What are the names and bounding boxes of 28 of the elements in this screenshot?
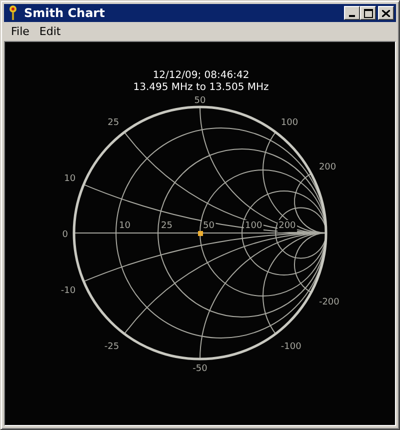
- close-button[interactable]: [378, 6, 394, 20]
- timestamp-text: 12/12/09; 08:46:42: [152, 70, 250, 81]
- resistance-label: 200: [278, 221, 296, 231]
- minimize-button[interactable]: [344, 6, 360, 20]
- reactance-label: -100: [280, 342, 302, 352]
- reactance-label: 200: [318, 162, 336, 173]
- torch-icon: [8, 5, 18, 21]
- reactance-label: -50: [192, 364, 208, 374]
- reactance-label: 25: [108, 118, 120, 128]
- menu-item[interactable]: Edit: [34, 25, 66, 38]
- close-icon: [382, 10, 390, 16]
- resistance-label: 25: [161, 221, 172, 231]
- resistance-label: 50: [203, 221, 214, 231]
- reactance-label: 10: [64, 174, 76, 184]
- reactance-label: -10: [60, 286, 76, 296]
- menu-item[interactable]: File: [6, 25, 34, 38]
- maximize-icon: [364, 8, 372, 18]
- reactance-label: -200: [318, 297, 340, 308]
- reactance-label: 100: [280, 118, 298, 128]
- maximize-button[interactable]: [360, 6, 376, 20]
- reactance-label: 50: [194, 96, 206, 106]
- reactance-label: 0: [62, 230, 68, 240]
- frequency-range-text: 13.495 MHz to 13.505 MHz: [133, 82, 269, 93]
- resistance-label: 10: [119, 221, 130, 231]
- window-title: Smith Chart: [24, 6, 106, 20]
- data-point-marker: [198, 231, 203, 236]
- reactance-label: -25: [104, 342, 120, 352]
- resistance-label: 100: [245, 221, 262, 231]
